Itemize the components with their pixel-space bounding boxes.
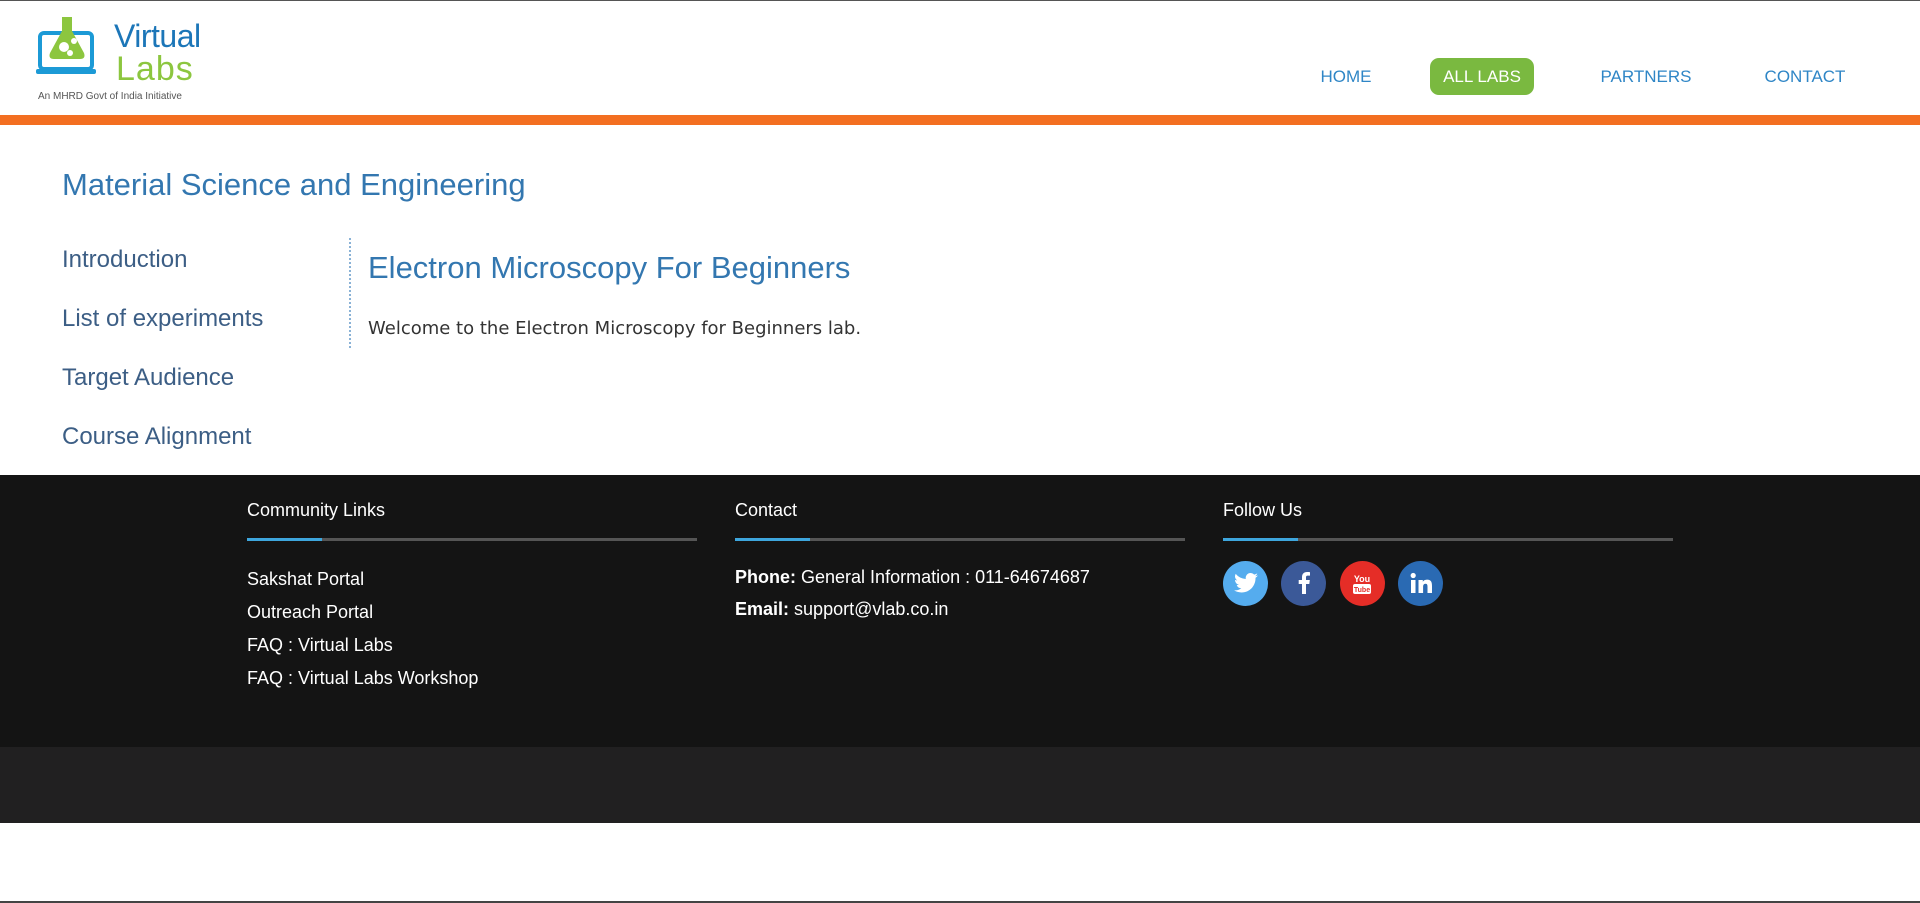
contact-email: Email: support@vlab.co.in xyxy=(735,593,1185,625)
link-outreach-portal[interactable]: Outreach Portal xyxy=(247,596,697,629)
footer-divider xyxy=(1223,538,1673,541)
nav-partners[interactable]: PARTNERS xyxy=(1598,58,1694,95)
nav-contact[interactable]: CONTACT xyxy=(1761,58,1849,95)
side-nav-introduction[interactable]: Introduction xyxy=(62,240,342,299)
footer-follow-title: Follow Us xyxy=(1223,500,1303,520)
header: Virtual Labs An MHRD Govt of India Initi… xyxy=(0,0,1920,115)
side-nav-course-alignment[interactable]: Course Alignment xyxy=(62,417,342,476)
header-accent-bar xyxy=(0,115,1920,125)
phone-label: Phone: xyxy=(735,567,796,587)
phone-value: General Information : 011-64674687 xyxy=(801,567,1090,587)
sub-footer-bar xyxy=(0,747,1920,823)
email-label: Email: xyxy=(735,599,790,619)
virtual-labs-logo[interactable]: Virtual Labs An MHRD Govt of India Initi… xyxy=(36,15,206,107)
footer: Community Links Sakshat Portal Outreach … xyxy=(0,475,1920,747)
contact-phone: Phone: General Information : 011-6467468… xyxy=(735,561,1185,593)
side-nav-target-audience[interactable]: Target Audience xyxy=(62,358,342,417)
content-divider xyxy=(349,238,351,348)
linkedin-icon[interactable] xyxy=(1398,561,1444,606)
logo-text-labs: Labs xyxy=(116,50,194,88)
nav-all-labs[interactable]: ALL LABS xyxy=(1430,58,1534,95)
link-sakshat-portal[interactable]: Sakshat Portal xyxy=(247,563,697,596)
community-link-list: Sakshat Portal Outreach Portal FAQ : Vir… xyxy=(247,563,697,695)
facebook-icon[interactable] xyxy=(1281,561,1327,606)
lab-welcome-text: Welcome to the Electron Microscopy for B… xyxy=(368,318,862,339)
side-nav: Introduction List of experiments Target … xyxy=(62,240,342,476)
footer-follow-us: Follow Us You Tube xyxy=(1223,499,1673,606)
lab-heading: Electron Microscopy For Beginners xyxy=(368,250,851,285)
page-title: Material Science and Engineering xyxy=(62,167,526,202)
side-nav-list-of-experiments[interactable]: List of experiments xyxy=(62,299,342,358)
link-faq-virtual-labs[interactable]: FAQ : Virtual Labs xyxy=(247,629,697,662)
footer-divider xyxy=(735,538,1185,541)
footer-community-title: Community Links xyxy=(247,500,386,520)
link-faq-virtual-labs-workshop[interactable]: FAQ : Virtual Labs Workshop xyxy=(247,662,697,695)
footer-contact-title: Contact xyxy=(735,500,798,520)
twitter-icon[interactable] xyxy=(1223,561,1268,606)
footer-community-links: Community Links Sakshat Portal Outreach … xyxy=(247,499,697,695)
svg-text:Tube: Tube xyxy=(1354,587,1370,594)
logo-text-virtual: Virtual xyxy=(114,18,201,54)
email-value[interactable]: support@vlab.co.in xyxy=(794,599,948,619)
svg-text:You: You xyxy=(1354,574,1370,584)
flask-monitor-icon xyxy=(36,17,96,74)
youtube-icon[interactable]: You Tube xyxy=(1339,561,1385,606)
footer-divider xyxy=(247,538,697,541)
page: Virtual Labs An MHRD Govt of India Initi… xyxy=(0,0,1920,903)
nav-home[interactable]: HOME xyxy=(1316,58,1376,95)
content-panel: Electron Microscopy For Beginners Welcom… xyxy=(368,248,1868,339)
social-icons: You Tube xyxy=(1223,561,1673,606)
logo-tagline: An MHRD Govt of India Initiative xyxy=(38,91,182,102)
footer-contact: Contact Phone: General Information : 011… xyxy=(735,499,1185,625)
